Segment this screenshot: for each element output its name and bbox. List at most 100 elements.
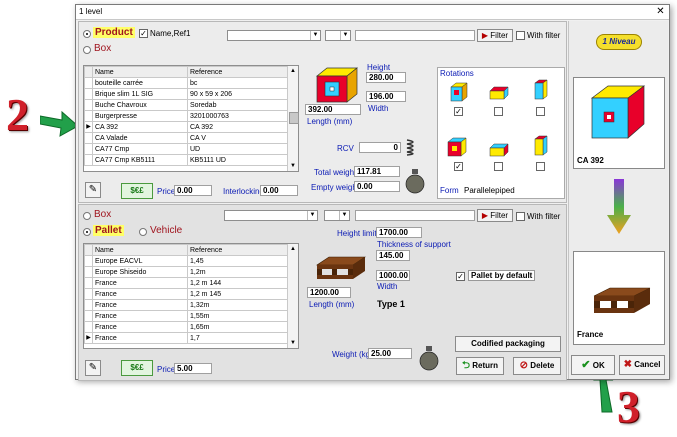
- pallet-filter-combo-1[interactable]: ▼: [224, 210, 318, 221]
- return-icon: ⮌: [461, 360, 470, 371]
- length-field[interactable]: 392.00: [305, 104, 361, 115]
- rotation-1-icon[interactable]: [448, 80, 470, 102]
- table-row[interactable]: Buche Chavroux Soredab: [84, 99, 289, 111]
- pallet-list-scrollbar[interactable]: ▲ ▼: [287, 244, 298, 348]
- pallet-width-label: Width: [377, 282, 398, 291]
- rotation-6-icon[interactable]: [530, 134, 552, 156]
- product-price-field[interactable]: 0.00: [174, 185, 212, 196]
- product-panel: Product ✓ Name,Ref1 Box ▼ ▼ ▶ Filter Wit…: [78, 21, 567, 203]
- rcv-field[interactable]: 0: [359, 142, 401, 153]
- pallet-edit-button[interactable]: ✎: [85, 360, 101, 376]
- total-weight-field[interactable]: 117.81: [354, 166, 400, 177]
- width-label: Width: [368, 104, 389, 113]
- rotation-4-icon[interactable]: [446, 136, 468, 158]
- rotation-5-icon[interactable]: [488, 138, 510, 160]
- filter-button[interactable]: ▶ Filter: [477, 29, 513, 42]
- pallet-length-field[interactable]: 1200.00: [307, 287, 351, 298]
- total-weight-label: Total weight: [314, 168, 357, 177]
- pallet-box-radio[interactable]: [83, 212, 91, 220]
- table-row[interactable]: CA77 Cmp UD: [84, 143, 289, 155]
- table-row[interactable]: CA Valade CA V: [84, 132, 289, 144]
- cancel-button[interactable]: ✖ Cancel: [619, 355, 665, 375]
- table-row[interactable]: Brique slim 1L SIG 90 x 59 x 206: [84, 88, 289, 100]
- table-row[interactable]: CA77 Cmp KB5111 KB5111 UD: [84, 154, 289, 166]
- table-row-selected[interactable]: ▶ France 1,7: [84, 332, 289, 344]
- down-arrow-icon: [607, 179, 631, 234]
- table-row[interactable]: France 1,32m: [84, 299, 289, 311]
- rcv-label: RCV: [337, 144, 354, 153]
- box-3d-icon: [316, 67, 358, 103]
- pallet-with-filter-checkbox[interactable]: [516, 212, 525, 221]
- table-row[interactable]: Europe EACVL 1,45: [84, 255, 289, 267]
- pallet-weight-field[interactable]: 25.00: [368, 348, 412, 359]
- pallet-weight-label: Weight (kg): [332, 350, 373, 359]
- list-side-handle[interactable]: [289, 112, 299, 124]
- return-button[interactable]: ⮌ Return: [456, 357, 504, 375]
- rotations-box: Rotations ✓ ✓ Form Parallelepiped: [437, 67, 565, 199]
- pallet-filter-button[interactable]: ▶ Filter: [477, 209, 513, 222]
- with-filter-checkbox[interactable]: [516, 31, 525, 40]
- filter-combo-1[interactable]: ▼: [227, 30, 321, 41]
- table-row[interactable]: France 1,65m: [84, 321, 289, 333]
- scroll-up-icon: ▲: [290, 246, 296, 252]
- table-row[interactable]: Europe Shiseido 1,2m: [84, 266, 289, 278]
- edit-icon: ✎: [88, 362, 98, 373]
- pallet-with-filter-label: With filter: [527, 212, 561, 221]
- empty-weight-field[interactable]: 0.00: [354, 181, 400, 192]
- name-ref-label: Name,Ref1: [150, 29, 191, 38]
- close-icon[interactable]: ✕: [655, 6, 666, 17]
- pallet-price-button[interactable]: $€£: [121, 360, 153, 376]
- vehicle-radio[interactable]: [139, 228, 147, 236]
- table-row[interactable]: France 1,2 m 145: [84, 288, 289, 300]
- ok-button[interactable]: ✔ OK: [571, 355, 615, 375]
- pallet-list[interactable]: Name Reference Europe EACVL 1,45 Europe Sh…: [83, 243, 299, 349]
- rotation-1-checkbox[interactable]: ✓: [454, 107, 463, 116]
- pallet-filter-icon: ▶: [481, 211, 489, 220]
- rotation-2-icon[interactable]: [488, 82, 510, 104]
- box-radio[interactable]: [83, 46, 91, 54]
- pallet-preview-caption: France: [577, 330, 604, 339]
- empty-weight-label: Empty weight: [311, 183, 360, 192]
- pallet-filter-input[interactable]: [355, 210, 475, 221]
- filter-combo-2[interactable]: ▼: [325, 30, 351, 41]
- pallet-preview-icon: [593, 287, 651, 313]
- table-row[interactable]: France 1,55m: [84, 310, 289, 322]
- pallet-width-field[interactable]: 1000.00: [376, 270, 410, 281]
- thickness-field[interactable]: 145.00: [376, 250, 410, 261]
- pallet-default-checkbox[interactable]: ✓: [456, 272, 465, 281]
- rotation-6-checkbox[interactable]: [536, 162, 545, 171]
- rotation-2-checkbox[interactable]: [494, 107, 503, 116]
- pallet-filter-combo-2[interactable]: ▼: [324, 210, 350, 221]
- product-radio[interactable]: [83, 30, 91, 38]
- interlocking-label: Interlocking: [223, 187, 264, 196]
- rotations-label: Rotations: [440, 69, 474, 78]
- product-edit-button[interactable]: ✎: [85, 182, 101, 198]
- width-field[interactable]: 196.00: [366, 91, 406, 102]
- rotation-3-icon[interactable]: [530, 78, 552, 100]
- form-value: Parallelepiped: [464, 186, 515, 195]
- right-panel: CA 392 France ✔ OK ✖ Cancel: [568, 21, 668, 379]
- rotation-3-checkbox[interactable]: [536, 107, 545, 116]
- delete-button[interactable]: ⊘ Delete: [513, 357, 561, 375]
- level-button[interactable]: 1 Niveau: [596, 34, 642, 50]
- name-ref-checkbox[interactable]: ✓: [139, 29, 148, 38]
- pallet-price-field[interactable]: 5.00: [174, 363, 212, 374]
- product-price-button[interactable]: $€£: [121, 183, 153, 199]
- pallet-radio[interactable]: [83, 228, 91, 236]
- height-field[interactable]: 280.00: [366, 72, 406, 83]
- form-label: Form: [440, 186, 459, 195]
- rotation-4-checkbox[interactable]: ✓: [454, 162, 463, 171]
- table-row[interactable]: France 1,2 m 144: [84, 277, 289, 289]
- table-row[interactable]: Burgerpresse 3201000763: [84, 110, 289, 122]
- table-row-selected[interactable]: ▶ CA 392 CA 392: [84, 121, 289, 133]
- rotation-5-checkbox[interactable]: [494, 162, 503, 171]
- product-list[interactable]: Name Reference bouteille carrée bc Brique …: [83, 65, 299, 172]
- main-window: 1 level ✕ Product ✓ Name,Ref1 Box ▼ ▼ ▶ …: [75, 4, 670, 381]
- thickness-label: Thickness of support: [377, 240, 451, 249]
- codified-packaging-button[interactable]: Codified packaging: [455, 336, 561, 352]
- filter-input[interactable]: [355, 30, 475, 41]
- box-label: Box: [94, 43, 112, 54]
- table-row[interactable]: bouteille carrée bc: [84, 77, 289, 89]
- height-limit-field[interactable]: 1700.00: [376, 227, 422, 238]
- interlocking-field[interactable]: 0.00: [260, 185, 298, 196]
